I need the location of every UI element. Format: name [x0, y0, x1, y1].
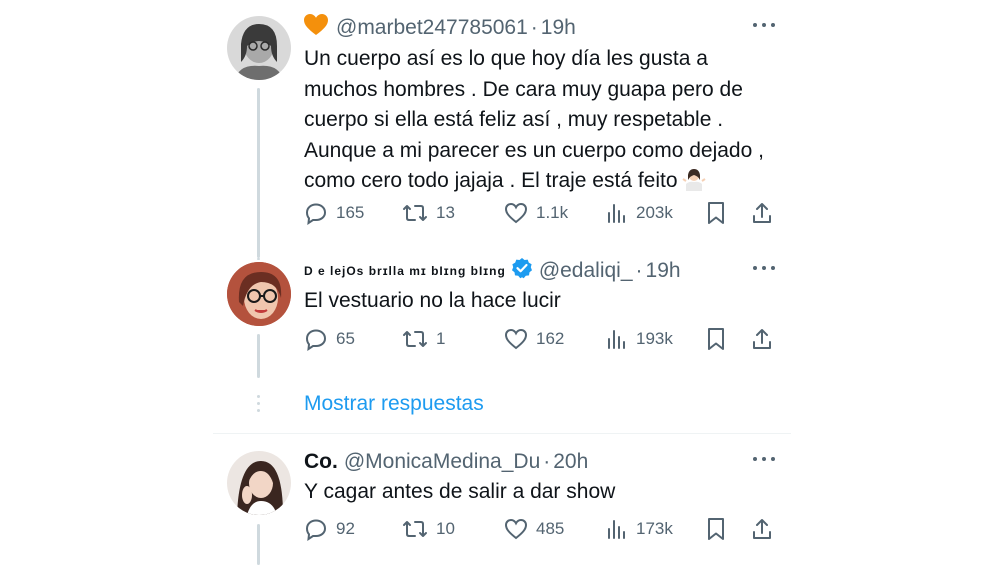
share-icon [753, 203, 771, 223]
views-chart-icon [608, 204, 625, 223]
more-options-icon[interactable] [753, 452, 775, 466]
reply-count: 92 [336, 519, 355, 538]
bookmark-icon [708, 328, 724, 350]
retweet-button[interactable]: 10 [402, 516, 455, 542]
like-button[interactable]: 162 [504, 326, 564, 352]
display-name[interactable]: Co. [304, 450, 338, 474]
more-options-icon[interactable] [753, 261, 775, 275]
separator-dot: · [543, 450, 551, 473]
more-options-icon[interactable] [753, 18, 775, 32]
tweet-header: Co. @MonicaMedina_Du · 20h [304, 448, 775, 476]
timestamp[interactable]: 19h [646, 259, 681, 283]
tweet[interactable]: D e lejOs brɪlla mɪ bIɪng bIɪng @edaliqi… [213, 258, 791, 434]
avatar[interactable] [227, 262, 291, 326]
views-chart-icon [608, 330, 625, 349]
retweet-count: 10 [436, 519, 455, 538]
reply-icon [305, 519, 327, 541]
bookmark-icon [708, 518, 724, 540]
orange-heart-icon [304, 14, 328, 42]
like-button[interactable]: 1.1k [504, 200, 568, 226]
views-chart-icon [608, 520, 625, 539]
heart-icon [504, 518, 528, 540]
like-button[interactable]: 485 [504, 516, 564, 542]
tweet[interactable]: @marbet247785061 · 19h Un cuerpo así es … [213, 0, 791, 258]
avatar[interactable] [227, 16, 291, 80]
views-button[interactable]: 193k [606, 326, 673, 352]
like-count: 485 [536, 519, 565, 538]
tweet-text-container: Un cuerpo así es lo que hoy día les gust… [304, 44, 784, 201]
tweet-text: Y cagar antes de salir a dar show [304, 480, 616, 503]
tweet-header: D e lejOs brɪlla mɪ bIɪng bIɪng @edaliqi… [304, 257, 775, 285]
reply-button[interactable]: 92 [304, 516, 355, 542]
share-button[interactable] [750, 326, 774, 352]
views-button[interactable]: 173k [606, 516, 673, 542]
reply-icon [305, 203, 327, 225]
thread-continuation-dots [257, 395, 261, 416]
reply-count: 65 [336, 329, 355, 348]
reply-count: 165 [336, 203, 365, 222]
views-count: 173k [636, 519, 673, 538]
bookmark-button[interactable] [706, 326, 726, 352]
tweet[interactable]: Co. @MonicaMedina_Du · 20h Y cagar antes… [213, 434, 791, 565]
timestamp[interactable]: 19h [541, 16, 576, 40]
views-button[interactable]: 203k [606, 200, 673, 226]
like-count: 162 [536, 329, 565, 348]
user-handle[interactable]: @marbet247785061 [336, 16, 528, 40]
share-icon [753, 329, 771, 349]
reply-button[interactable]: 65 [304, 326, 355, 352]
page: @marbet247785061 · 19h Un cuerpo así es … [0, 0, 1004, 565]
retweet-icon [403, 205, 427, 221]
timeline-column: @marbet247785061 · 19h Un cuerpo así es … [213, 0, 791, 565]
like-count: 1.1k [536, 203, 569, 222]
views-count: 203k [636, 203, 673, 222]
bookmark-button[interactable] [706, 200, 726, 226]
thread-line [257, 334, 260, 378]
avatar[interactable] [227, 451, 291, 515]
user-handle[interactable]: @edaliqi_ [539, 259, 633, 283]
separator-dot: · [635, 259, 643, 282]
verified-badge-icon [511, 257, 533, 285]
separator-dot: · [530, 16, 538, 39]
reply-button[interactable]: 165 [304, 200, 364, 226]
reply-icon [305, 329, 327, 351]
thread-line [257, 524, 260, 565]
retweet-icon [403, 521, 427, 537]
heart-icon [504, 202, 528, 224]
retweet-count: 13 [436, 203, 455, 222]
views-count: 193k [636, 329, 673, 348]
retweet-count: 1 [436, 329, 446, 348]
timestamp[interactable]: 20h [553, 450, 588, 474]
display-name[interactable]: D e lejOs brɪlla mɪ bIɪng bIɪng [304, 264, 506, 278]
retweet-icon [403, 331, 427, 347]
share-icon [753, 519, 771, 539]
woman-shrugging-emoji-icon [681, 167, 706, 201]
bookmark-button[interactable] [706, 516, 726, 542]
share-button[interactable] [750, 200, 774, 226]
show-replies-link[interactable]: Mostrar respuestas [304, 392, 484, 416]
tweet-text: El vestuario no la hace lucir [304, 289, 561, 312]
bookmark-icon [708, 202, 724, 224]
heart-icon [504, 328, 528, 350]
thread-line [257, 258, 260, 260]
thread-line [257, 88, 260, 258]
share-button[interactable] [750, 516, 774, 542]
retweet-button[interactable]: 1 [402, 326, 445, 352]
user-handle[interactable]: @MonicaMedina_Du [344, 450, 540, 474]
tweet-header: @marbet247785061 · 19h [304, 14, 775, 42]
retweet-button[interactable]: 13 [402, 200, 455, 226]
